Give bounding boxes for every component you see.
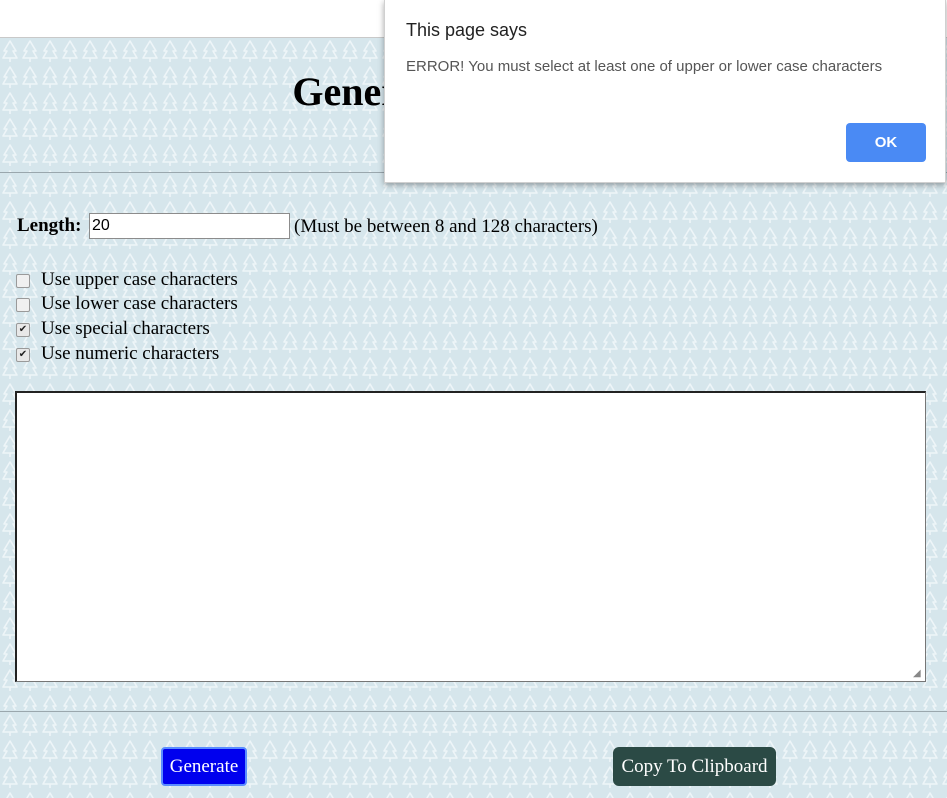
length-label: Length: — [17, 215, 82, 236]
checkmark-icon: ✔ — [18, 324, 28, 335]
numeric-label: Use numeric characters — [41, 343, 220, 364]
dialog-ok-button[interactable]: OK — [846, 123, 926, 162]
special-label: Use special characters — [41, 318, 210, 339]
length-input[interactable] — [89, 213, 290, 239]
length-hint: (Must be between 8 and 128 characters) — [294, 216, 598, 237]
numeric-checkbox[interactable]: ✔ — [16, 348, 30, 362]
special-checkbox[interactable]: ✔ — [16, 323, 30, 337]
resize-grip-icon[interactable]: ◢ — [913, 669, 923, 679]
alert-dialog: This page says ERROR! You must select at… — [384, 0, 946, 183]
dialog-message: ERROR! You must select at least one of u… — [406, 58, 883, 75]
password-output-textarea[interactable]: ◢ — [15, 391, 926, 682]
generate-button[interactable]: Generate — [161, 747, 247, 786]
page-footer — [0, 711, 947, 798]
upper-case-checkbox[interactable] — [16, 274, 30, 288]
dialog-title: This page says — [406, 20, 528, 40]
lower-case-checkbox[interactable] — [16, 298, 30, 312]
lower-case-label: Use lower case characters — [41, 293, 238, 314]
checkmark-icon: ✔ — [18, 349, 28, 360]
copy-to-clipboard-button[interactable]: Copy To Clipboard — [613, 747, 776, 786]
upper-case-label: Use upper case characters — [41, 269, 238, 290]
